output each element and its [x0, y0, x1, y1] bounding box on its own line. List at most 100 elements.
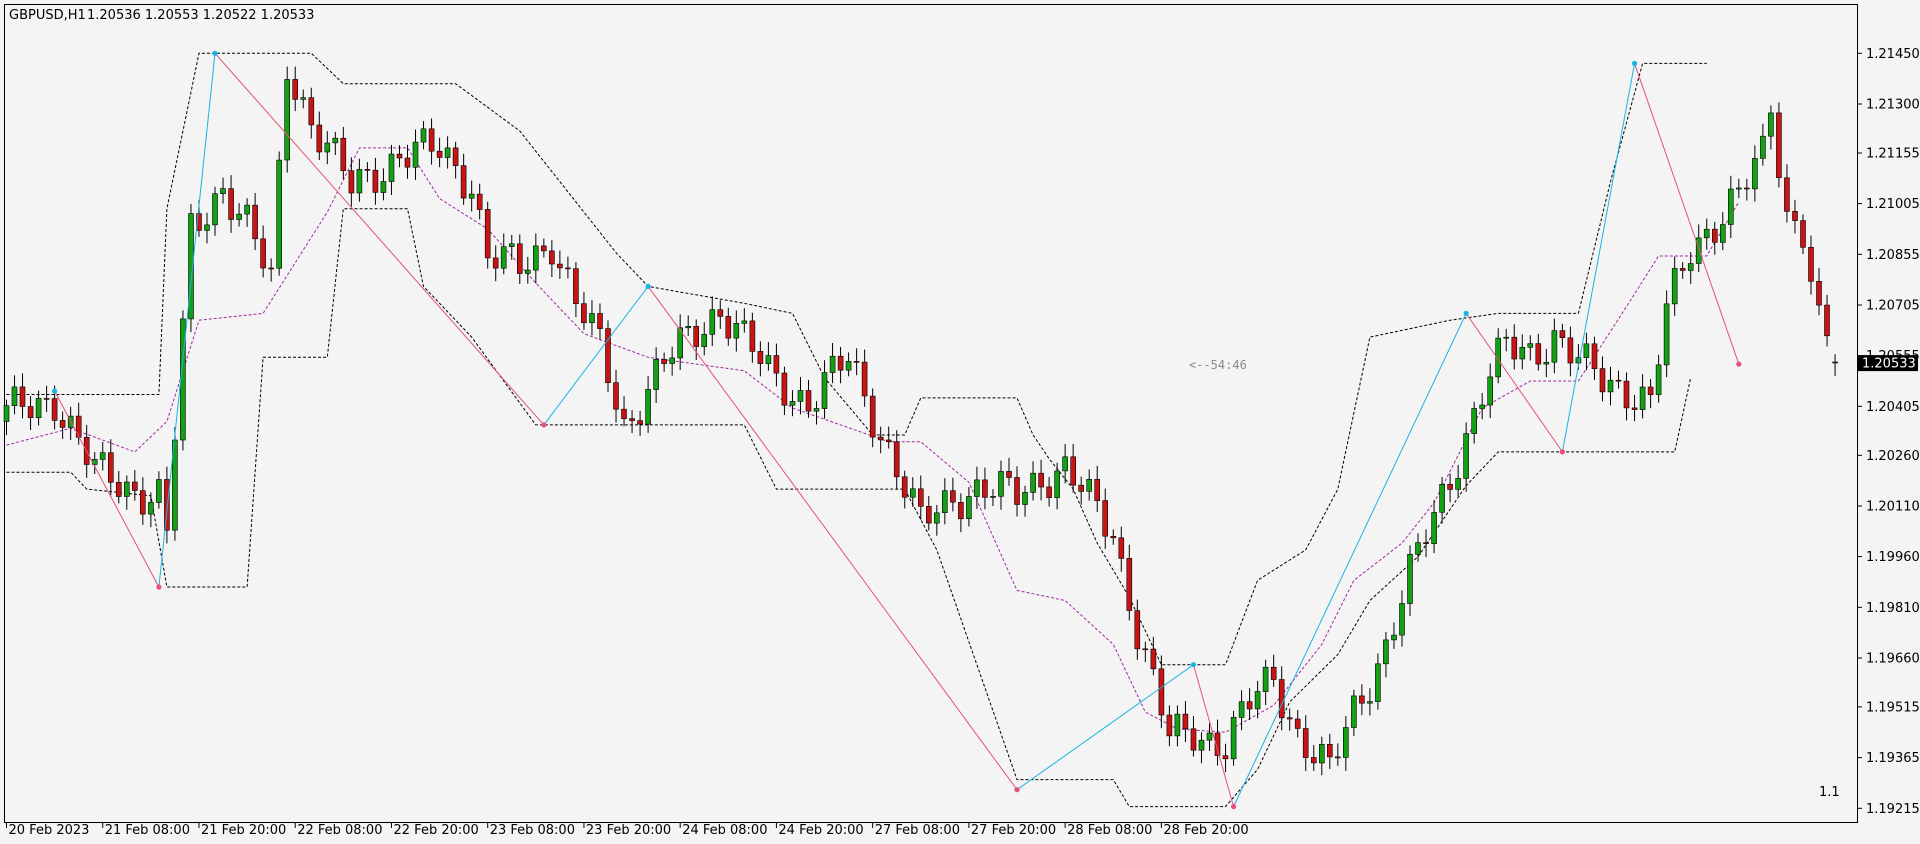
zigzag-trough-point [156, 584, 162, 590]
candle-bull [244, 204, 250, 215]
candle-bear [1623, 380, 1630, 409]
candle-bull [236, 213, 242, 220]
candle-bull [1439, 483, 1445, 513]
candle-bear [1535, 343, 1542, 365]
candle-bear [661, 359, 667, 364]
candle-bear [340, 137, 347, 171]
candle-bull [1463, 433, 1469, 479]
candle-bull [1655, 364, 1662, 395]
candle-bear [260, 238, 266, 269]
zigzag-peak-point [52, 388, 58, 394]
candle-bear [1335, 756, 1341, 759]
price-tick-label: 1.19660 [1866, 652, 1920, 667]
candle-bull [524, 269, 531, 274]
time-tick-label: 28 Feb 20:00 [1163, 823, 1248, 838]
candle-bear [1046, 486, 1052, 498]
candle-bull [1343, 727, 1349, 758]
candle-bear [404, 157, 411, 168]
candle-bear [1150, 648, 1157, 670]
candle-bear [1559, 330, 1566, 339]
zigzag-trough-point [1736, 361, 1742, 367]
candle-bear [476, 193, 483, 210]
candle-bear [557, 263, 563, 269]
candle-bear [27, 406, 34, 418]
candle-bull [1254, 691, 1261, 710]
candle-bear [925, 505, 932, 524]
candle-bear [1832, 361, 1838, 364]
candle-bear [1423, 542, 1429, 545]
candle-bull [765, 355, 772, 364]
time-tick-label: 24 Feb 20:00 [778, 823, 863, 838]
candle-bear [958, 501, 964, 520]
price-tick-label: 1.20705 [1866, 299, 1920, 314]
candle-bear [484, 209, 491, 259]
candle-bull [124, 481, 130, 497]
candle-bull [276, 159, 283, 269]
candle-bull [821, 372, 828, 409]
candle-bull [1230, 716, 1237, 760]
candle-bear [108, 452, 114, 483]
candle-bull [709, 309, 716, 335]
candle-bull [1391, 634, 1397, 641]
candle-bear [1126, 557, 1133, 611]
zigzag-peak-point [212, 50, 218, 56]
candle-bear [348, 170, 355, 194]
candle-bull [148, 502, 154, 515]
candle-bull [1752, 158, 1758, 190]
price-tick-label: 1.19515 [1866, 700, 1920, 715]
candle-bear [549, 250, 555, 265]
candle-bull [845, 361, 852, 371]
candle-bear [1118, 537, 1125, 559]
price-chart[interactable]: 1.21450 1.21300 1.21155 1.21005 1.20855 1.207… [0, 0, 1920, 844]
candle-bear [1270, 666, 1277, 680]
candle-bull [1407, 553, 1413, 604]
price-tick-label: 1.19960 [1866, 550, 1920, 565]
candle-bear [725, 316, 732, 339]
current-price-label: 1.20533 [1862, 357, 1916, 372]
candle-bull [669, 357, 676, 364]
candle-bull [941, 490, 948, 514]
candle-bull [1399, 603, 1405, 636]
candle-bull [1086, 478, 1092, 492]
candle-bull [974, 479, 980, 497]
candle-bear [1142, 648, 1149, 651]
candle-bear [1102, 500, 1108, 537]
candle-bear [1824, 304, 1830, 337]
candle-bear [1800, 220, 1806, 248]
price-tick-label: 1.19365 [1866, 751, 1920, 766]
candle-bear [428, 128, 435, 152]
candle-bear [781, 372, 788, 406]
price-tick-label: 1.20110 [1866, 500, 1920, 515]
candle-bull [412, 141, 419, 168]
candle-bear [308, 97, 315, 126]
candle-bear [1078, 484, 1084, 492]
price-tick-label: 1.19215 [1866, 802, 1920, 817]
candle-bear [637, 420, 643, 425]
price-tick-label: 1.20405 [1866, 400, 1920, 415]
candle-bear [893, 441, 900, 478]
candle-bull [468, 193, 475, 199]
candle-bear [1302, 728, 1309, 758]
candle-bear [1222, 755, 1229, 760]
price-tick-label: 1.21155 [1866, 147, 1920, 162]
candle-bull [1479, 404, 1485, 409]
candle-bear [1246, 701, 1253, 710]
candle-bear [1110, 535, 1117, 539]
symbol-label: GBPUSD,H1 [9, 8, 86, 23]
candle-bull [1543, 361, 1550, 365]
candle-bear [1679, 268, 1686, 271]
candle-bear [853, 361, 860, 363]
time-tick-label: 27 Feb 08:00 [875, 823, 960, 838]
time-tick-label: 20 Feb 2023 [9, 823, 90, 838]
candle-bear [460, 165, 467, 199]
time-tick-label: 27 Feb 20:00 [971, 823, 1056, 838]
candle-bull [300, 97, 307, 100]
candle-bear [1166, 714, 1173, 737]
candle-bear [1278, 679, 1285, 719]
candle-bear [1808, 247, 1814, 282]
candle-bear [629, 418, 635, 421]
candle-bull [1760, 135, 1766, 159]
chart-window[interactable]: 1.21450 1.21300 1.21155 1.21005 1.20855 1.207… [0, 0, 1920, 844]
candle-bear [1134, 610, 1141, 650]
candle-bear [901, 476, 908, 498]
